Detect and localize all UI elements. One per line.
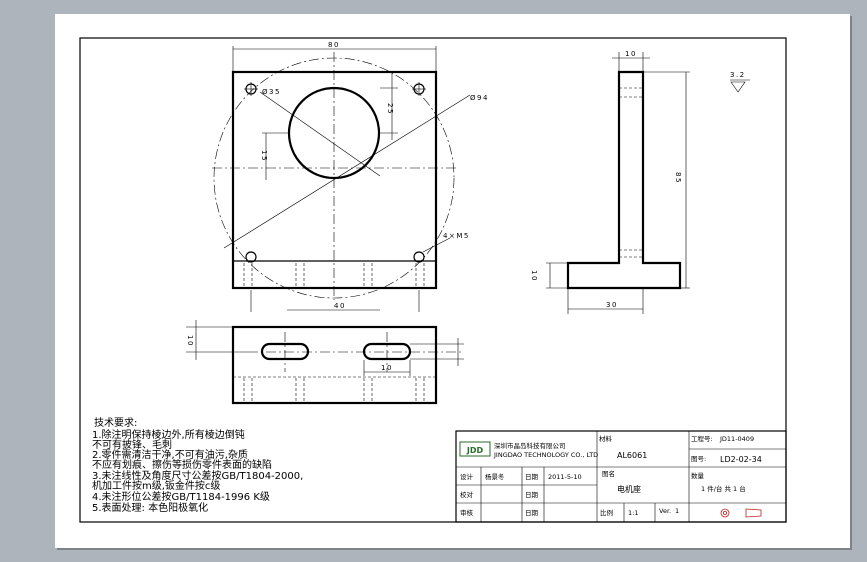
corner-hole-top-left — [244, 82, 258, 96]
version-label: Ver. — [659, 507, 671, 515]
dim-side-width-label: 30 — [606, 301, 618, 309]
technical-notes: 技术要求: 1.除注明保持棱边外,所有棱边倒钝 不可有披锋、毛刺 2.零件需清洁… — [92, 416, 303, 514]
dim-94-label: Ø94 — [470, 94, 489, 102]
quantity-value: 1 件/台 共 1 台 — [701, 484, 746, 493]
dim-15-label: 15 — [260, 150, 268, 162]
bracket-profile — [566, 70, 682, 290]
dim-25-label: 25 — [386, 103, 394, 115]
projection-symbol-icon — [720, 508, 762, 518]
dim-side-bottom-label: 10 — [530, 270, 538, 282]
designer-value: 杨景冬 — [485, 472, 505, 481]
date-value: 2011-5-10 — [548, 473, 582, 481]
logo-text: JDD — [466, 446, 484, 455]
date-label: 日期 — [525, 473, 539, 481]
note-line-8: 5.表面处理: 本色阳极氧化 — [92, 501, 208, 514]
project-label: 工程号: — [691, 434, 713, 443]
plate-outline — [231, 70, 438, 290]
side-view: 10 85 10 30 — [530, 50, 690, 314]
part-name-label: 图名 — [602, 469, 615, 478]
m5-label: 4×M5 — [443, 232, 470, 240]
drawing-no-value: LD2-02-34 — [720, 455, 762, 464]
note-line-4: 不应有划痕、擦伤等损伤零件表面的缺陷 — [92, 458, 272, 471]
dim-10-left-label: 10 — [186, 335, 194, 347]
drawing-sheet: 80 Ø35 Ø94 25 15 4×M5 40 10 10 10 85 10 … — [55, 14, 850, 548]
technical-drawing: 80 Ø35 Ø94 25 15 4×M5 40 10 10 10 85 10 … — [79, 37, 787, 523]
dia35-leader — [259, 91, 381, 177]
part-name-value: 电机座 — [617, 484, 641, 494]
company-name-en: JINGDAO TECHNOLOGY CO., LTD — [493, 451, 598, 459]
scale-label: 比例 — [600, 508, 613, 517]
date-label-3: 日期 — [525, 509, 539, 517]
surface-finish-symbol: 3.2 — [730, 71, 750, 93]
scale-value: 1:1 — [628, 509, 638, 517]
corner-hole-top-right — [412, 82, 426, 96]
material-label: 材料 — [599, 434, 613, 443]
dim-side-height-label: 85 — [674, 172, 682, 184]
check-label: 校对 — [460, 490, 474, 499]
front-view: 80 Ø35 Ø94 25 15 4×M5 40 — [212, 41, 489, 312]
material-value: AL6061 — [617, 451, 647, 460]
notes-title: 技术要求: — [94, 416, 137, 429]
note-line-6: 机加工件按m级,钣金件按c级 — [92, 479, 220, 492]
dim-slot-label: 10 — [381, 364, 393, 372]
surface-finish-label: 3.2 — [730, 71, 746, 79]
base-outline — [231, 325, 438, 405]
dim-80-label: 80 — [328, 41, 340, 49]
approve-label: 审核 — [460, 508, 474, 517]
quantity-label: 数量 — [691, 471, 705, 480]
company-name-cn: 深圳市晶岛科技有限公司 — [494, 441, 566, 450]
plan-hidden-lines — [243, 378, 425, 402]
title-block: JDD 深圳市晶岛科技有限公司 JINGDAO TECHNOLOGY CO., … — [455, 430, 787, 523]
dia94-leader — [223, 94, 471, 249]
dim-side-top-label: 10 — [625, 50, 637, 58]
date-label-2: 日期 — [525, 491, 539, 499]
version-value: 1 — [675, 507, 679, 515]
project-value: JD11-0409 — [719, 435, 754, 443]
design-label: 设计 — [460, 472, 474, 481]
drawing-no-label: 图号: — [691, 455, 706, 463]
dim-40-label: 40 — [334, 302, 346, 310]
note-line-7: 4.未注形位公差按GB/T1184-1996 K级 — [92, 490, 270, 503]
plan-view: 10 10 — [186, 320, 464, 405]
dim-35-label: Ø35 — [262, 88, 281, 96]
